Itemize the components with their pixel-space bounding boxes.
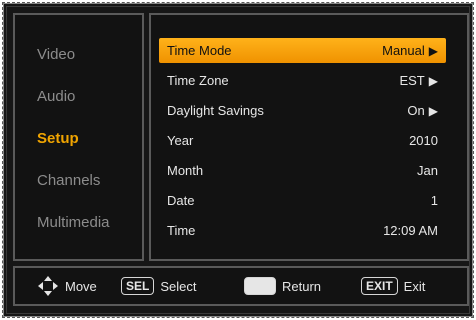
setting-value: On ▶ bbox=[407, 103, 438, 118]
exit-hint: EXIT Exit bbox=[361, 268, 425, 304]
select-hint: SEL Select bbox=[121, 268, 196, 304]
setting-value: EST ▶ bbox=[399, 73, 438, 88]
sidebar-item-multimedia[interactable]: Multimedia bbox=[37, 214, 110, 231]
return-label: Return bbox=[282, 278, 322, 294]
setting-value: 12:09 AM bbox=[383, 223, 438, 238]
setting-row-date[interactable]: Date 1 bbox=[159, 188, 446, 213]
arrow-right-icon: ▶ bbox=[428, 104, 438, 118]
setting-label: Year bbox=[167, 133, 194, 148]
sidebar-item-channels[interactable]: Channels bbox=[37, 172, 100, 189]
arrow-right-icon: ▶ bbox=[428, 74, 438, 88]
setting-value: Manual ▶ bbox=[382, 43, 438, 58]
setting-row-daylight-savings[interactable]: Daylight Savings On ▶ bbox=[159, 98, 446, 123]
sel-key: SEL bbox=[121, 277, 155, 295]
setting-row-month[interactable]: Month Jan bbox=[159, 158, 446, 183]
exit-label: Exit bbox=[403, 278, 426, 294]
sidebar-item-video[interactable]: Video bbox=[37, 46, 75, 63]
return-hint: Return bbox=[244, 268, 321, 304]
setting-label: Time bbox=[167, 223, 196, 238]
setting-label: Time Zone bbox=[167, 73, 229, 88]
menu-window: Video Audio Setup Channels Multimedia Ti… bbox=[2, 2, 474, 318]
sidebar-item-audio[interactable]: Audio bbox=[37, 88, 75, 105]
setting-value: Jan bbox=[417, 163, 438, 178]
setting-row-time[interactable]: Time 12:09 AM bbox=[159, 218, 446, 243]
setting-row-time-zone[interactable]: Time Zone EST ▶ bbox=[159, 68, 446, 93]
arrow-right-icon: ▶ bbox=[428, 44, 438, 58]
return-key-icon bbox=[244, 277, 276, 295]
dpad-arrows-icon bbox=[38, 276, 58, 296]
setting-label: Date bbox=[167, 193, 195, 208]
setting-label: Daylight Savings bbox=[167, 103, 264, 118]
settings-panel: Time Mode Manual ▶ Time Zone EST ▶ Dayligh… bbox=[149, 13, 469, 261]
exit-key: EXIT bbox=[361, 277, 398, 295]
sidebar-nav: Video Audio Setup Channels Multimedia bbox=[13, 13, 144, 261]
move-label: Move bbox=[65, 278, 97, 294]
setting-label: Month bbox=[167, 163, 204, 178]
button-hint-bar: Move SEL Select Return EXIT Exit bbox=[13, 266, 469, 306]
setting-value: 1 bbox=[430, 193, 438, 208]
setting-row-time-mode[interactable]: Time Mode Manual ▶ bbox=[159, 38, 446, 63]
setting-row-year[interactable]: Year 2010 bbox=[159, 128, 446, 153]
move-hint: Move bbox=[37, 268, 97, 304]
sidebar-item-setup[interactable]: Setup bbox=[37, 130, 79, 147]
setting-label: Time Mode bbox=[167, 43, 232, 58]
setting-value: 2010 bbox=[409, 133, 438, 148]
select-label: Select bbox=[160, 278, 197, 294]
